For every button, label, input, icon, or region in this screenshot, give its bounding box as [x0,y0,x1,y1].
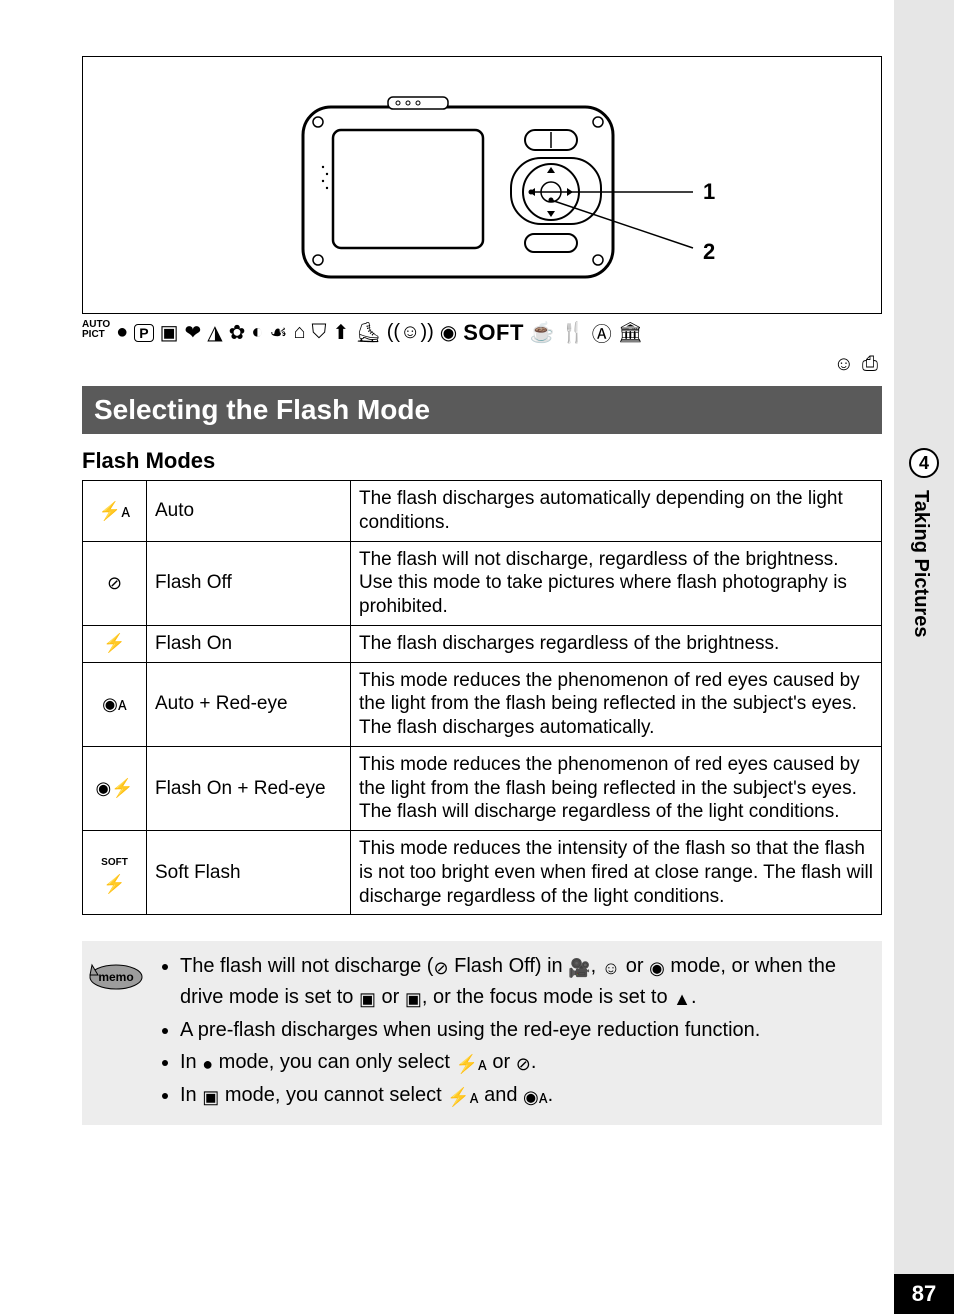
redeye-auto-icon: ◉ᴀ [523,1084,548,1111]
sound-icon: ☺ [602,955,620,982]
table-row: SOFT⚡ Soft Flash This mode reduces the i… [83,831,882,915]
flash-desc-cell: The flash discharges automatically depen… [351,481,882,542]
mode-icon: ☺ [834,353,854,376]
callout-1: 1 [703,179,715,205]
mode-icon: ◐ [251,321,263,344]
flash-desc-cell: The flash will not discharge, regardless… [351,541,882,625]
mode-icon-row-2: ☺ ⎙ [82,353,878,376]
flash-desc-cell: This mode reduces the intensity of the f… [351,831,882,915]
flash-off-icon: ⊘ [516,1051,531,1078]
flash-modes-subtitle: Flash Modes [82,448,882,474]
green-mode-icon: ● [202,1051,213,1078]
flash-name-cell: Auto [147,481,351,542]
flash-name-cell: Flash Off [147,541,351,625]
mode-icon-row: AUTOPICT ● P ▣ ❤ ◮ ✿ ◐ ☙ ⌂ ⛉ ⬆ ⛸ ((☺)) ◉… [82,318,882,347]
camera-illustration [293,92,713,292]
mode-icon: ▣ [160,320,179,345]
mode-icon: ((☺)) [387,321,434,344]
movie-icon: 🎥 [568,955,590,982]
mode-icon: Ⓐ [592,318,612,347]
mode-soft-label: SOFT [463,320,524,346]
mode-icon: ⌂ [293,321,305,344]
flash-name-cell: Flash On + Red-eye [147,746,351,830]
camera-diagram-box: 1 2 [82,56,882,314]
memo-item: In ▣ mode, you cannot select ⚡ᴀ and ◉ᴀ. [180,1080,870,1111]
flash-desc-cell: The flash discharges regardless of the b… [351,625,882,662]
flash-icon-cell: ◉ᴀ [83,662,147,746]
flash-off-icon: ⊘ [433,955,448,982]
mode-icon: ⎙ [862,353,878,376]
table-row: ⚡ Flash On The flash discharges regardle… [83,625,882,662]
svg-text:memo: memo [98,970,133,984]
memo-item: In ● mode, you can only select ⚡ᴀ or ⊘. [180,1047,870,1078]
flash-desc-cell: This mode reduces the phenomenon of red … [351,662,882,746]
memo-block: memo The flash will not discharge (⊘ Fla… [82,941,882,1125]
mode-icon: AUTOPICT [82,320,110,345]
table-row: ◉ᴀ Auto + Red-eye This mode reduces the … [83,662,882,746]
memo-item: A pre-flash discharges when using the re… [180,1015,870,1045]
mode-icon: 🍴 [561,320,586,345]
mode-icon: ☕ [530,320,555,345]
mode-icon: ◉ [440,320,457,345]
mode-icon: ✿ [229,320,246,345]
flash-icon-cell: ◉⚡ [83,746,147,830]
table-row: ◉⚡ Flash On + Red-eye This mode reduces … [83,746,882,830]
flash-auto-icon: ⚡ᴀ [447,1084,478,1111]
memo-item: The flash will not discharge (⊘ Flash Of… [180,951,870,1013]
table-row: ⊘ Flash Off The flash will not discharge… [83,541,882,625]
mode-icon: 🏛 [618,320,643,345]
mode-icon: ⬆ [333,320,350,345]
memo-list: The flash will not discharge (⊘ Flash Of… [160,951,870,1113]
flash-name-cell: Flash On [147,625,351,662]
section-title: Selecting the Flash Mode [82,386,882,434]
mode-icon: ⛉ [312,321,327,344]
fireworks-icon: ◉ [649,955,665,982]
table-row: ⚡ᴀ Auto The flash discharges automatical… [83,481,882,542]
flash-icon-cell: ⚡ᴀ [83,481,147,542]
mode-icon: ☙ [270,320,288,345]
side-column: 4 Taking Pictures 87 [894,0,954,1314]
flash-desc-cell: This mode reduces the phenomenon of red … [351,746,882,830]
callout-2: 2 [703,239,715,265]
memo-icon: memo [86,951,148,1113]
night-mode-icon: ▣ [202,1084,219,1111]
flash-auto-icon: ⚡ᴀ [455,1051,486,1078]
page-content: 1 2 AUTOPICT ● P ▣ ❤ ◮ ✿ ◐ ☙ ⌂ ⛉ ⬆ ⛸ ((☺… [0,0,954,1125]
flash-icon-cell: ⊘ [83,541,147,625]
infinity-icon: ▲ [673,986,691,1013]
mode-icon: ⛸ [355,320,380,345]
section-label: Taking Pictures [909,490,932,637]
flash-icon-cell: ⚡ [83,625,147,662]
cont-icon: ▣ [359,986,376,1013]
cont-hs-icon: ▣ [405,986,422,1013]
flash-icon-cell: SOFT⚡ [83,831,147,915]
mode-icon: ◮ [207,320,222,345]
mode-icon: ❤ [185,320,202,345]
flash-name-cell: Soft Flash [147,831,351,915]
section-number-badge: 4 [909,448,939,478]
flash-name-cell: Auto + Red-eye [147,662,351,746]
flash-modes-table: ⚡ᴀ Auto The flash discharges automatical… [82,480,882,915]
mode-icon: P [134,324,153,342]
mode-icon: ● [116,321,128,344]
page-number: 87 [894,1274,954,1314]
